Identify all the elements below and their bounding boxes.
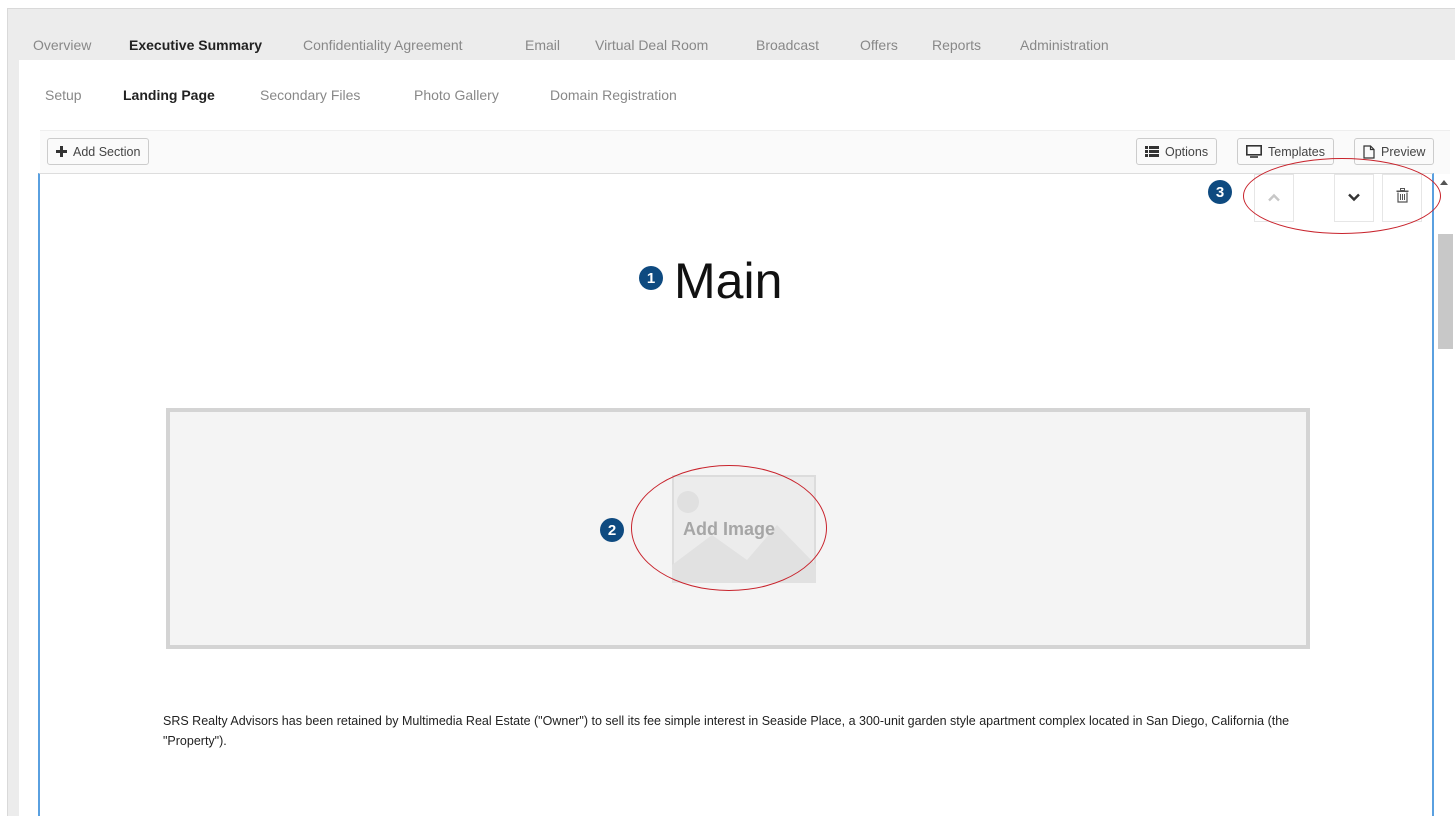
section-body-text[interactable]: SRS Realty Advisors has been retained by… [163,711,1323,751]
editor-scrollbar[interactable] [1434,174,1455,816]
subtab-landing-page[interactable]: Landing Page [123,87,215,103]
annotation-badge-3: 3 [1208,180,1232,204]
options-label: Options [1165,144,1209,159]
options-button[interactable]: Options [1136,138,1218,165]
preview-label: Preview [1381,144,1426,159]
section-controls [1235,174,1435,224]
trash-icon [1396,188,1409,208]
tab-reports[interactable]: Reports [932,37,981,53]
scrollbar-thumb[interactable] [1438,234,1453,349]
chevron-down-icon [1347,189,1361,207]
tab-administration[interactable]: Administration [1020,37,1109,53]
scroll-up-arrow-icon[interactable] [1440,180,1448,185]
list-icon [1145,146,1159,157]
subtab-domain-registration[interactable]: Domain Registration [550,87,677,103]
tab-virtual-deal-room[interactable]: Virtual Deal Room [595,37,708,53]
add-section-label: Add Section [73,144,141,159]
tab-overview[interactable]: Overview [33,37,91,53]
editor-toolbar: Add Section Options Templates Preview [40,130,1450,176]
delete-section-button[interactable] [1382,174,1422,222]
move-section-down-button[interactable] [1334,174,1374,222]
annotation-badge-1: 1 [639,266,663,290]
templates-button[interactable]: Templates [1237,138,1334,165]
section-title[interactable]: Main [674,252,782,310]
tab-offers[interactable]: Offers [860,37,898,53]
subtab-photo-gallery[interactable]: Photo Gallery [414,87,499,103]
tab-email[interactable]: Email [525,37,560,53]
chevron-up-icon [1267,189,1281,207]
top-nav: Overview Executive Summary Confidentiali… [8,9,1455,59]
add-image-label[interactable]: Add Image [683,519,775,540]
monitor-icon [1246,145,1262,158]
tab-executive-summary[interactable]: Executive Summary [129,37,262,53]
subtab-secondary-files[interactable]: Secondary Files [260,87,360,103]
subtab-setup[interactable]: Setup [45,87,82,103]
add-section-button[interactable]: Add Section [47,138,150,165]
plus-icon [56,146,67,157]
document-icon [1363,144,1375,159]
templates-label: Templates [1268,144,1325,159]
preview-button[interactable]: Preview [1354,138,1435,165]
tab-broadcast[interactable]: Broadcast [756,37,819,53]
move-section-up-button[interactable] [1254,174,1294,222]
annotation-badge-2: 2 [600,518,624,542]
tab-confidentiality-agreement[interactable]: Confidentiality Agreement [303,37,463,53]
